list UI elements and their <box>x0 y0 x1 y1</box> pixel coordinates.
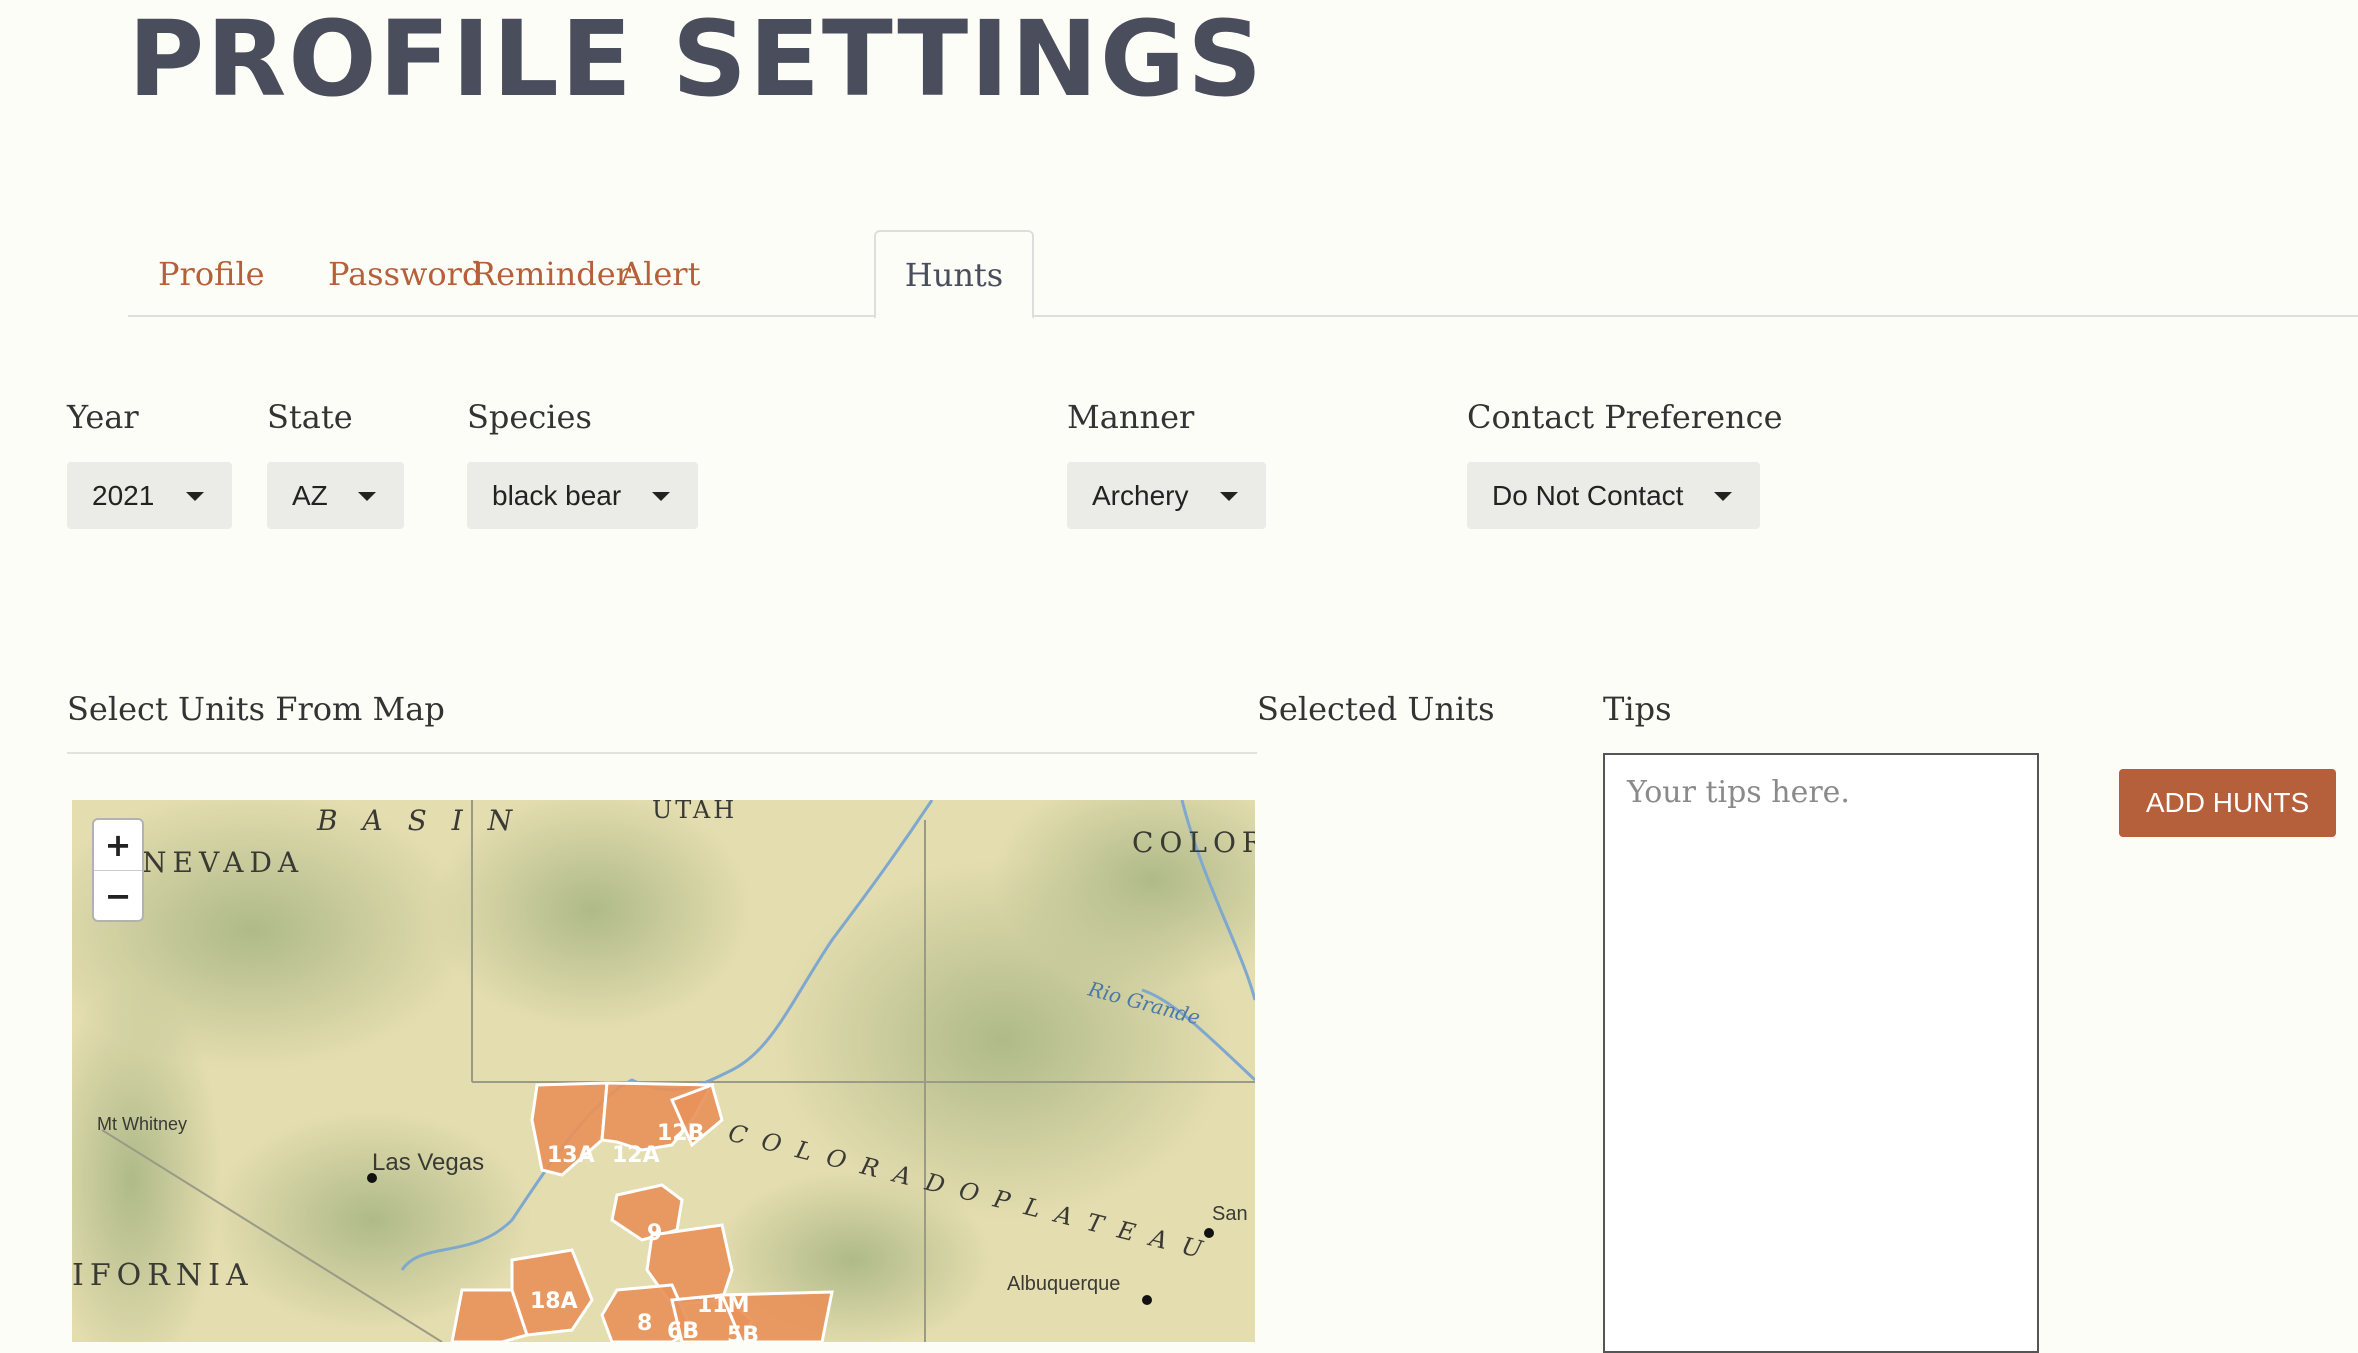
manner-value: Archery <box>1092 479 1189 511</box>
unit-zone-2[interactable] <box>450 1288 529 1342</box>
unit-map[interactable]: 12B 13A 12A 9 18A 11M 6B 8 5B NEVADA B A… <box>72 800 1255 1342</box>
tips-textarea[interactable] <box>1603 753 2039 1353</box>
tab-profile[interactable]: Profile <box>128 230 295 317</box>
page-title: PROFILE SETTINGS <box>128 0 1265 120</box>
add-hunts-button[interactable]: ADD HUNTS <box>2119 769 2336 837</box>
unit-label: 12B <box>657 1121 704 1146</box>
contact-preference-value: Do Not Contact <box>1492 479 1684 511</box>
section-divider <box>67 752 1257 754</box>
zoom-out-button[interactable]: − <box>94 870 142 921</box>
tab-alert[interactable]: Alert <box>590 230 730 317</box>
manner-select[interactable]: Archery <box>1067 462 1266 529</box>
unit-label: 6B <box>667 1319 699 1342</box>
label-las-vegas: Las Vegas <box>372 1149 484 1176</box>
contact-preference-select[interactable]: Do Not Contact <box>1467 462 1760 529</box>
state-label: State <box>267 398 353 436</box>
unit-label: 18A <box>530 1289 578 1314</box>
unit-label: 12A <box>612 1143 660 1168</box>
year-select[interactable]: 2021 <box>67 462 232 529</box>
chevron-down-icon <box>1220 492 1238 501</box>
unit-label: 5B <box>727 1323 759 1342</box>
map-canvas[interactable]: 12B 13A 12A 9 18A 11M 6B 8 5B NEVADA B A… <box>72 800 1255 1342</box>
species-label: Species <box>467 398 592 436</box>
label-albuquerque: Albuquerque <box>1007 1273 1120 1295</box>
chevron-down-icon <box>358 492 376 501</box>
unit-label: 8 <box>637 1311 652 1336</box>
label-california: IFORNIA <box>72 1258 254 1293</box>
map-section-label: Select Units From Map <box>67 690 445 728</box>
state-value: AZ <box>292 479 328 511</box>
settings-tabs: Profile Password Reminder Alert Hunts <box>128 230 2358 319</box>
species-select[interactable]: black bear <box>467 462 698 529</box>
chevron-down-icon <box>1714 492 1732 501</box>
zoom-in-button[interactable]: + <box>94 820 142 870</box>
manner-label: Manner <box>1067 398 1195 436</box>
species-value: black bear <box>492 479 622 511</box>
label-santa-fe: San <box>1212 1203 1248 1225</box>
label-utah: UTAH <box>652 800 737 824</box>
year-value: 2021 <box>92 479 155 511</box>
state-select[interactable]: AZ <box>267 462 404 529</box>
zoom-control: + − <box>92 818 144 922</box>
year-label: Year <box>67 398 139 436</box>
label-mt-whitney: Mt Whitney <box>97 1114 187 1134</box>
unit-label: 13A <box>547 1143 595 1168</box>
tips-label: Tips <box>1603 690 1672 728</box>
selected-units-label: Selected Units <box>1257 690 1495 728</box>
label-nevada: NEVADA <box>142 846 304 879</box>
chevron-down-icon <box>652 492 670 501</box>
unit-label: 11M <box>697 1293 750 1318</box>
chevron-down-icon <box>186 492 204 501</box>
label-basin: B A S I N <box>316 804 520 837</box>
label-colorado: COLOR <box>1132 826 1255 859</box>
tab-hunts[interactable]: Hunts <box>874 230 1034 319</box>
contact-preference-label: Contact Preference <box>1467 398 1783 436</box>
unit-label: 9 <box>647 1221 662 1246</box>
